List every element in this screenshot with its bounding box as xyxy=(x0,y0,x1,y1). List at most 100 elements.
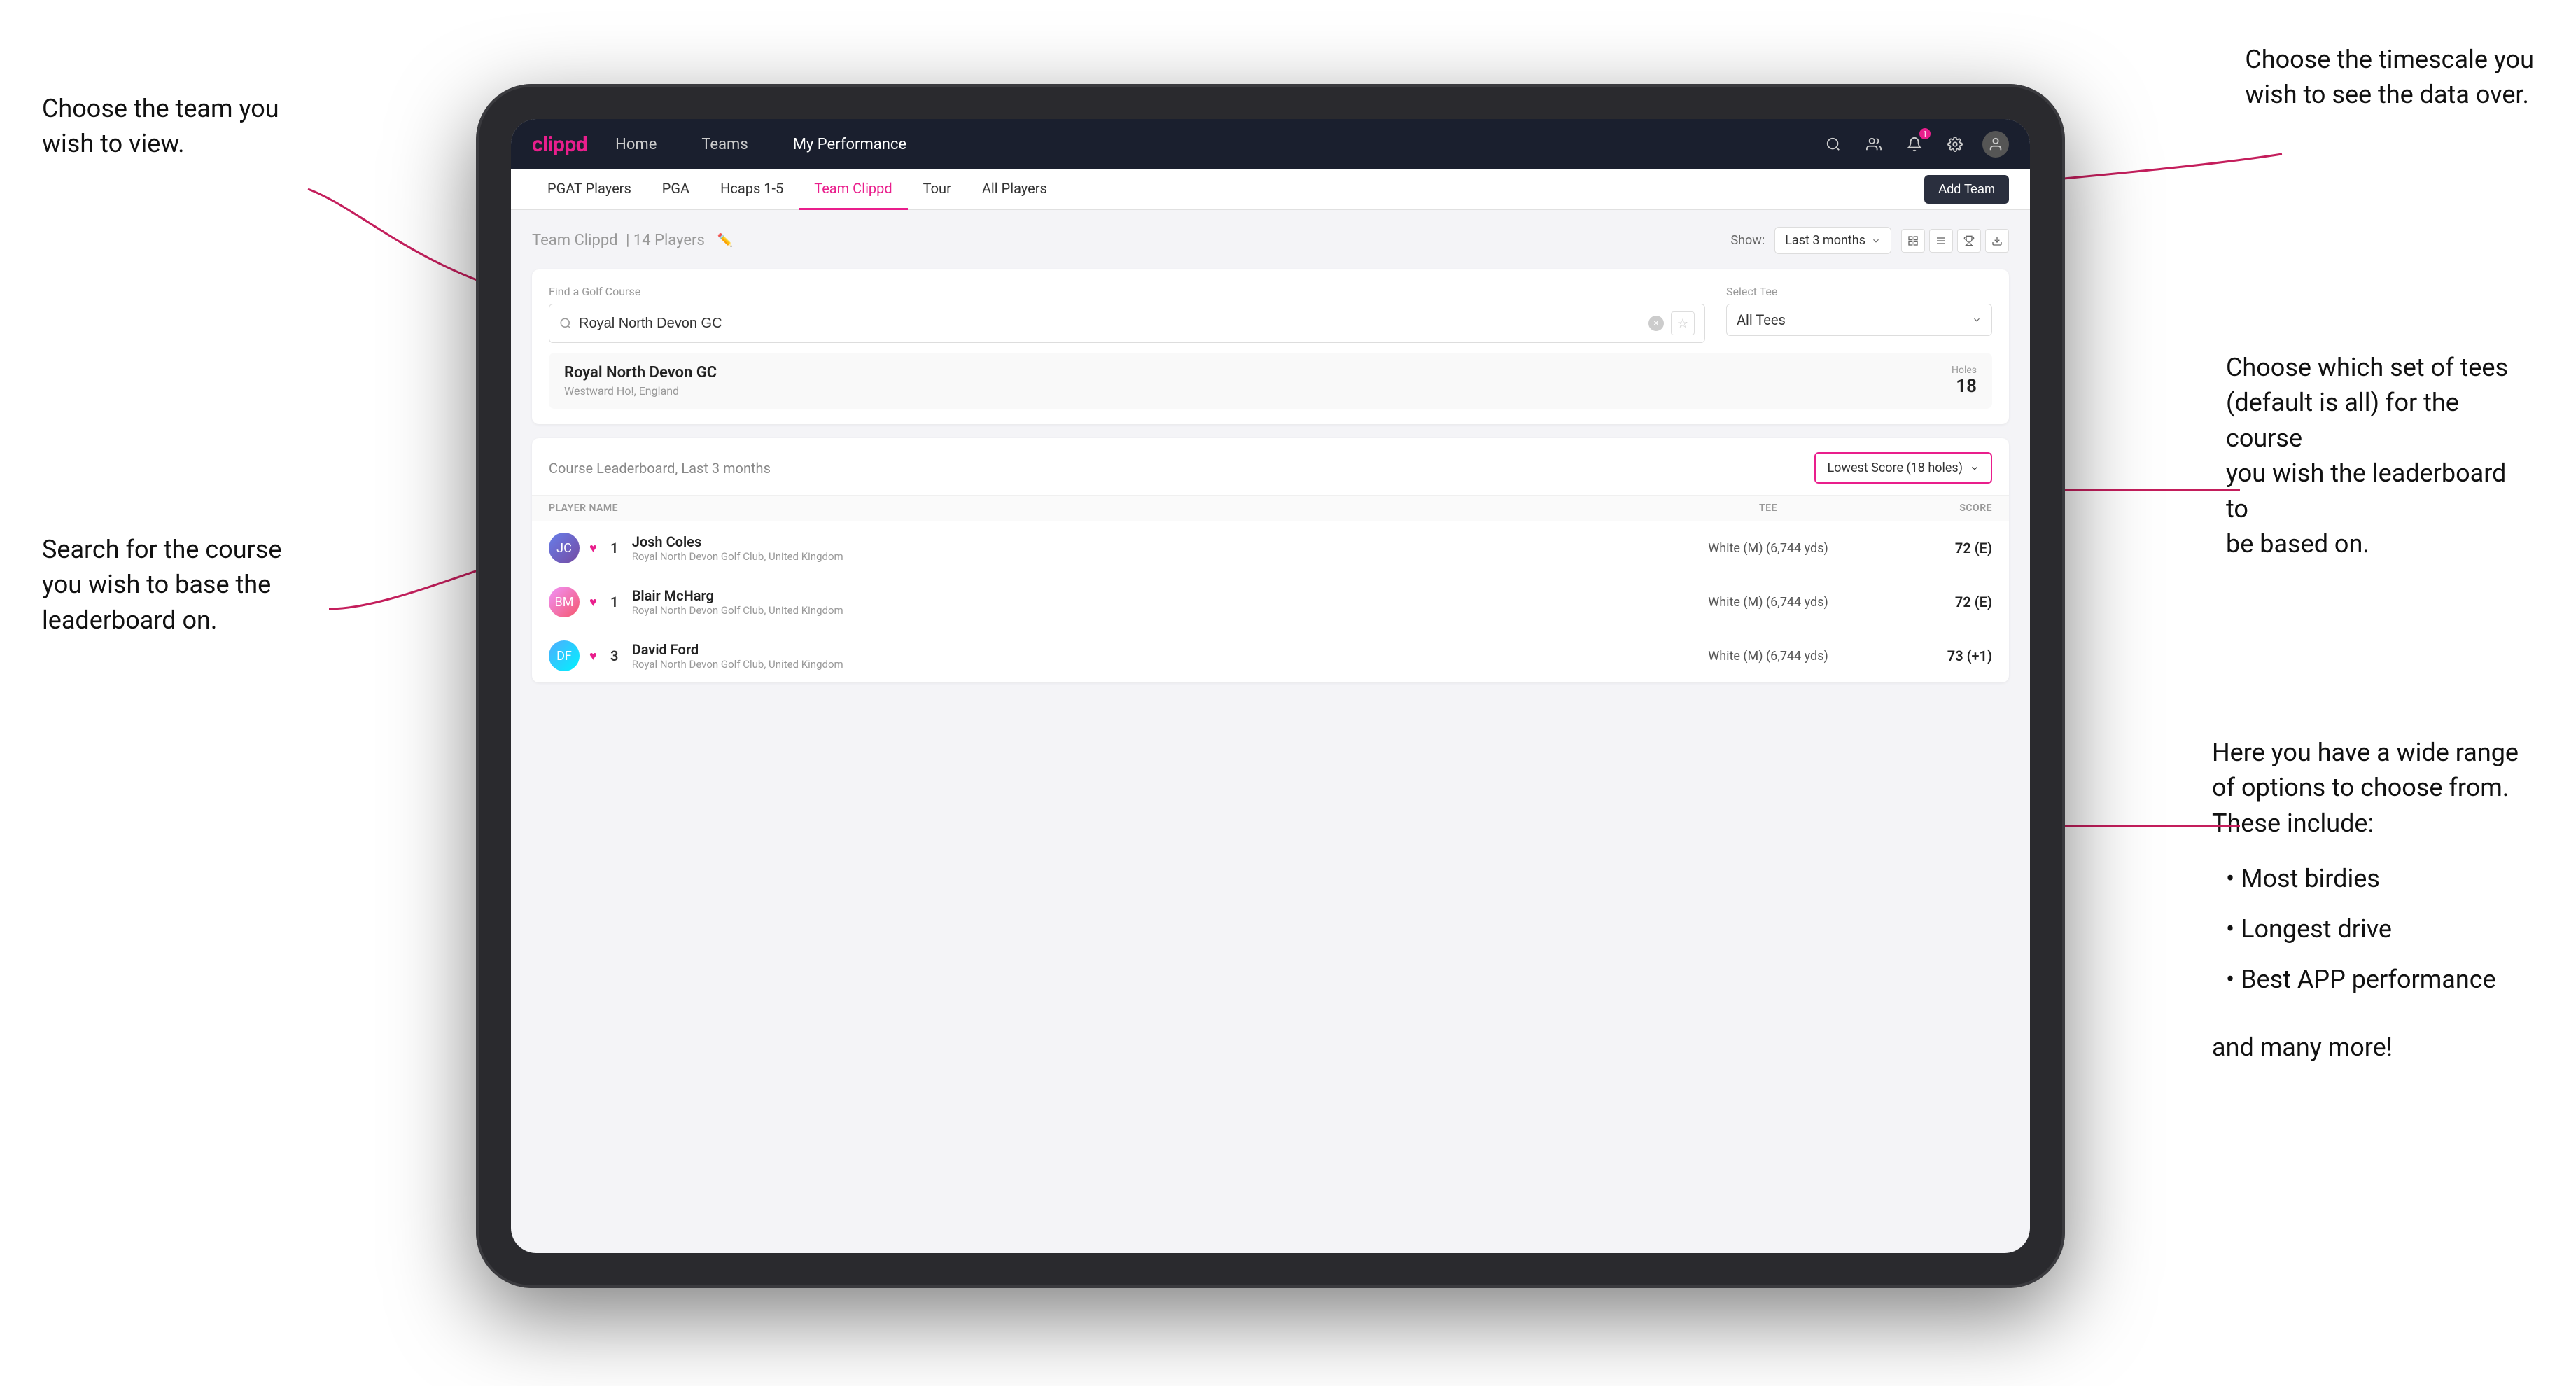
rank-1: 1 xyxy=(607,540,622,556)
table-col-headers: PLAYER NAME TEE SCORE xyxy=(532,496,2009,522)
col-tee: TEE xyxy=(1656,503,1880,514)
bell-icon-btn[interactable]: 1 xyxy=(1901,131,1928,158)
grid-view-icon[interactable] xyxy=(1901,229,1925,253)
annotation-team-text: Choose the team youwish to view. xyxy=(42,94,279,158)
show-label: Show: xyxy=(1730,233,1765,248)
settings-icon-btn[interactable] xyxy=(1942,131,1968,158)
nav-link-home[interactable]: Home xyxy=(615,136,657,153)
col-player: PLAYER NAME xyxy=(549,503,1656,514)
search-card: Find a Golf Course × ☆ Select Tee All Te… xyxy=(532,270,2009,424)
player-info-1: JC ♥ 1 Josh Coles Royal North Devon Golf… xyxy=(549,533,1656,564)
nav-link-teams[interactable]: Teams xyxy=(701,136,748,153)
leaderboard-section: Course Leaderboard, Last 3 months Lowest… xyxy=(532,438,2009,682)
annotation-more-text: and many more! xyxy=(2212,1030,2534,1065)
score-type-dropdown[interactable]: Lowest Score (18 holes) xyxy=(1814,452,1992,484)
option-birdies: • Most birdies xyxy=(2226,853,2534,904)
annotation-options-text: Here you have a wide range of options to… xyxy=(2212,735,2534,841)
content-area: Team Clippd | 14 Players ✏️ Show: Last 3… xyxy=(511,210,2030,699)
player-score-3: 73 (+1) xyxy=(1880,648,1992,664)
list-view-icon[interactable] xyxy=(1929,229,1953,253)
heart-icon-3[interactable]: ♥ xyxy=(589,649,597,664)
subnav-teamclippd[interactable]: Team Clippd xyxy=(799,169,907,210)
tablet-frame: clippd Home Teams My Performance 1 xyxy=(476,84,2065,1288)
clear-search-button[interactable]: × xyxy=(1648,316,1664,331)
subnav-tour[interactable]: Tour xyxy=(908,169,967,210)
player-name-1: Josh Coles xyxy=(632,533,844,550)
search-row: Find a Golf Course × ☆ Select Tee All Te… xyxy=(549,285,1992,343)
user-avatar[interactable] xyxy=(1982,131,2009,158)
leaderboard-header: Course Leaderboard, Last 3 months Lowest… xyxy=(532,438,2009,496)
trophy-view-icon[interactable] xyxy=(1957,229,1981,253)
player-name-3: David Ford xyxy=(632,641,844,658)
table-row: JC ♥ 1 Josh Coles Royal North Devon Golf… xyxy=(532,522,2009,575)
nav-link-myperformance[interactable]: My Performance xyxy=(793,136,906,153)
annotation-search-text: Search for the courseyou wish to base th… xyxy=(42,535,281,635)
annotation-choose-team: Choose the team youwish to view. xyxy=(42,91,279,162)
player-count: | 14 Players xyxy=(626,232,705,249)
search-icon xyxy=(559,317,572,330)
edit-icon[interactable]: ✏️ xyxy=(718,233,733,248)
annotation-tee-select: Choose which set of tees(default is all)… xyxy=(2226,350,2534,561)
player-score-2: 72 (E) xyxy=(1880,594,1992,610)
subnav-pgat[interactable]: PGAT Players xyxy=(532,169,647,210)
view-icons xyxy=(1901,229,2009,253)
subnav-pga[interactable]: PGA xyxy=(647,169,705,210)
table-row: DF ♥ 3 David Ford Royal North Devon Golf… xyxy=(532,629,2009,682)
team-header: Team Clippd | 14 Players ✏️ Show: Last 3… xyxy=(532,227,2009,254)
course-search-wrap: × ☆ xyxy=(549,304,1705,343)
timescale-dropdown[interactable]: Last 3 months xyxy=(1774,227,1891,254)
tee-select-col: Select Tee All Tees xyxy=(1726,285,1992,336)
subnav-hcaps[interactable]: Hcaps 1-5 xyxy=(705,169,799,210)
player-name-2: Blair McHarg xyxy=(632,587,844,604)
tee-label: Select Tee xyxy=(1726,285,1992,298)
heart-icon-1[interactable]: ♥ xyxy=(589,541,597,556)
annotation-tee-text: Choose which set of tees(default is all)… xyxy=(2226,353,2508,559)
course-search-input[interactable] xyxy=(579,316,1642,332)
player-score-1: 72 (E) xyxy=(1880,540,1992,556)
player-club-3: Royal North Devon Golf Club, United King… xyxy=(632,658,844,671)
search-icon-btn[interactable] xyxy=(1820,131,1847,158)
holes-label: Holes xyxy=(1952,365,1977,376)
leaderboard-table: PLAYER NAME TEE SCORE JC ♥ 1 Josh Coles xyxy=(532,496,2009,682)
option-app: • Best APP performance xyxy=(2226,954,2534,1004)
heart-icon-2[interactable]: ♥ xyxy=(589,595,597,610)
player-info-2: BM ♥ 1 Blair McHarg Royal North Devon Go… xyxy=(549,587,1656,617)
player-avatar-3: DF xyxy=(549,640,580,671)
nav-icons: 1 xyxy=(1820,131,2009,158)
annotation-timescale-text: Choose the timescale youwish to see the … xyxy=(2245,45,2534,109)
player-tee-1: White (M) (6,744 yds) xyxy=(1656,541,1880,556)
sub-nav-links: PGAT Players PGA Hcaps 1-5 Team Clippd T… xyxy=(532,169,1924,210)
course-result: Royal North Devon GC Westward Ho!, Engla… xyxy=(549,353,1992,409)
tablet-screen: clippd Home Teams My Performance 1 xyxy=(511,119,2030,1253)
timescale-value: Last 3 months xyxy=(1785,233,1865,248)
subnav-allplayers[interactable]: All Players xyxy=(967,169,1063,210)
player-tee-2: White (M) (6,744 yds) xyxy=(1656,595,1880,610)
show-controls: Show: Last 3 months xyxy=(1730,227,2009,254)
annotation-timescale: Choose the timescale youwish to see the … xyxy=(2245,42,2534,113)
tee-dropdown[interactable]: All Tees xyxy=(1726,304,1992,336)
option-drive: • Longest drive xyxy=(2226,904,2534,954)
player-tee-3: White (M) (6,744 yds) xyxy=(1656,649,1880,664)
score-option-value: Lowest Score (18 holes) xyxy=(1827,461,1963,475)
nav-logo: clippd xyxy=(532,132,587,157)
holes-box: Holes 18 xyxy=(1952,365,1977,397)
rank-3: 3 xyxy=(607,648,622,664)
download-icon[interactable] xyxy=(1985,229,2009,253)
search-label: Find a Golf Course xyxy=(549,285,1705,298)
player-club-1: Royal North Devon Golf Club, United King… xyxy=(632,550,844,563)
rank-2: 1 xyxy=(607,594,622,610)
people-icon-btn[interactable] xyxy=(1861,131,1887,158)
team-title: Team Clippd | 14 Players xyxy=(532,232,705,249)
course-search-col: Find a Golf Course × ☆ xyxy=(549,285,1705,343)
sub-nav: PGAT Players PGA Hcaps 1-5 Team Clippd T… xyxy=(511,169,2030,210)
annotation-course-search: Search for the courseyou wish to base th… xyxy=(42,532,281,638)
player-club-2: Royal North Devon Golf Club, United King… xyxy=(632,604,844,617)
player-details-3: David Ford Royal North Devon Golf Club, … xyxy=(632,641,844,671)
add-team-button[interactable]: Add Team xyxy=(1924,175,2009,204)
player-details-2: Blair McHarg Royal North Devon Golf Club… xyxy=(632,587,844,617)
course-name: Royal North Devon GC xyxy=(564,364,717,382)
course-location: Westward Ho!, England xyxy=(564,384,717,398)
nav-links: Home Teams My Performance xyxy=(615,136,1820,153)
annotation-options: Here you have a wide range of options to… xyxy=(2212,735,2534,1065)
favorite-button[interactable]: ☆ xyxy=(1671,312,1695,335)
